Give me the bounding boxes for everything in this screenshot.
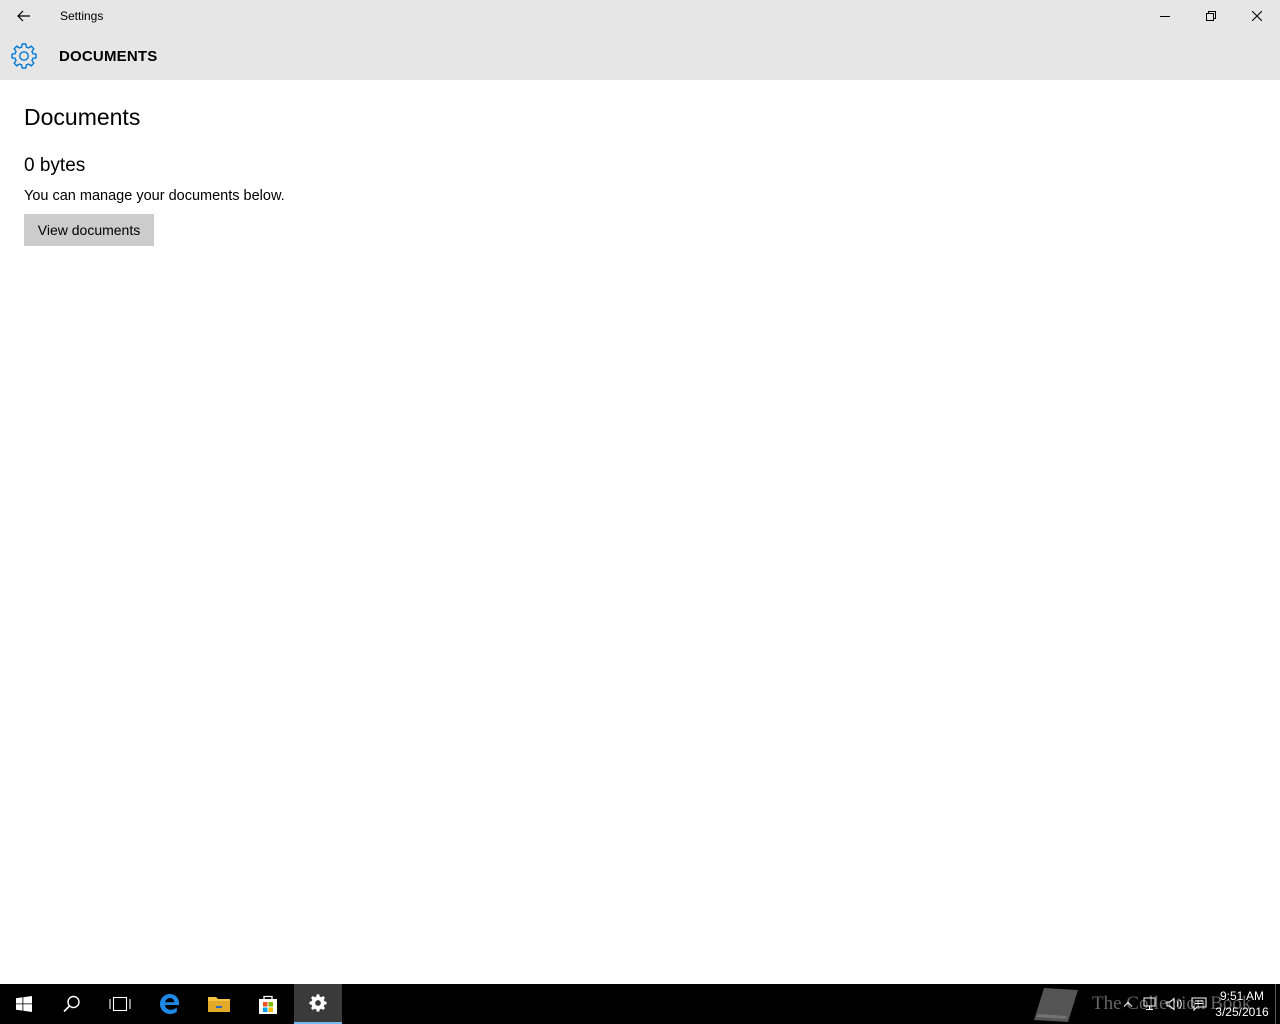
minimize-icon (1160, 16, 1170, 17)
header-title: DOCUMENTS (59, 48, 158, 65)
book-icon (1034, 988, 1078, 1022)
window-title: Settings (60, 9, 104, 23)
chevron-up-icon (1123, 1001, 1133, 1007)
documents-size: 0 bytes (24, 155, 86, 176)
back-button[interactable] (0, 0, 48, 32)
notification-icon (1191, 997, 1207, 1011)
view-documents-button[interactable]: View documents (24, 214, 154, 246)
gear-icon (11, 43, 37, 69)
settings-taskbar-button[interactable] (294, 984, 342, 1024)
windows-logo-icon (16, 996, 32, 1012)
close-button[interactable] (1234, 0, 1280, 32)
file-explorer-button[interactable] (195, 984, 243, 1024)
minimize-button[interactable] (1142, 0, 1188, 32)
action-center-button[interactable] (1188, 984, 1210, 1024)
show-hidden-icons-button[interactable] (1118, 984, 1138, 1024)
show-desktop-button[interactable] (1275, 984, 1280, 1024)
network-icon (1143, 997, 1156, 1010)
volume-button[interactable] (1164, 984, 1186, 1024)
back-arrow-icon (17, 10, 30, 22)
store-button[interactable] (244, 984, 292, 1024)
store-icon (259, 995, 277, 1014)
close-icon (1252, 11, 1262, 21)
folder-icon (208, 997, 230, 1012)
task-view-icon (109, 996, 131, 1012)
clock-time: 9:51 AM (1219, 989, 1265, 1003)
volume-icon (1166, 997, 1182, 1011)
task-view-button[interactable] (96, 984, 144, 1024)
network-button[interactable] (1140, 984, 1162, 1024)
page-header: DOCUMENTS (0, 32, 1280, 80)
title-bar: Settings (0, 0, 1280, 32)
clock[interactable]: 9:51 AM 3/25/2016 (1210, 988, 1274, 1020)
edge-button[interactable] (146, 984, 194, 1024)
edge-icon (160, 994, 179, 1014)
start-button[interactable] (0, 984, 48, 1024)
taskbar: The Collection Book 9:51 AM 3/25/2016 (0, 984, 1280, 1024)
search-button[interactable] (48, 984, 96, 1024)
restore-button[interactable] (1188, 0, 1234, 32)
clock-date: 3/25/2016 (1215, 1005, 1269, 1019)
search-icon (63, 995, 80, 1013)
gear-icon (309, 994, 327, 1012)
page-title: Documents (24, 104, 141, 130)
documents-description: You can manage your documents below. (24, 188, 285, 204)
restore-icon (1206, 11, 1216, 21)
